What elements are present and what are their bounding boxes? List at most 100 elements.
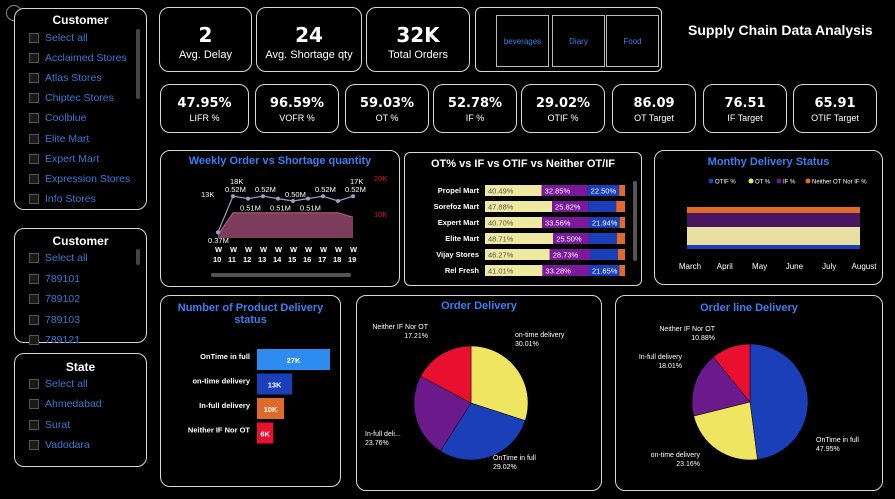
kpi-avg-shortage: 24 Avg. Shortage qty [256, 7, 362, 72]
kpi-avg-delay: 2 Avg. Delay [159, 7, 252, 72]
checkbox-icon[interactable] [29, 399, 39, 410]
slicer-item-label: 789103 [45, 313, 81, 326]
checkbox-icon[interactable] [29, 419, 39, 430]
neither-area [687, 207, 860, 213]
category-label: Sorefoz Mart [434, 202, 480, 211]
data-label: 18K [230, 177, 243, 186]
x-tick-label: 16 [303, 255, 311, 264]
slicer-item-label: Select all [45, 252, 88, 264]
x-tick-label: 14 [273, 255, 282, 264]
slicer-item[interactable]: Acclaimed Stores [29, 52, 127, 64]
slicer-item[interactable]: 789103 [29, 314, 80, 326]
slicer-item[interactable]: 789102 [29, 293, 80, 305]
data-label: 22.50% [591, 187, 617, 196]
customer-id-slicer-scrollbar[interactable] [136, 249, 140, 265]
checkbox-icon[interactable] [29, 53, 39, 64]
x-tick-label: May [752, 262, 767, 271]
shortage-point [216, 230, 220, 235]
order-area [218, 212, 353, 238]
slice-name-label: OnTime in full [493, 455, 536, 462]
checkbox-icon[interactable] [29, 33, 39, 43]
slicer-item[interactable]: Vadodara [29, 439, 90, 451]
order-delivery-panel: Order Delivery on-time delivery 30.01% OnT… [356, 295, 602, 491]
stack-bar [616, 201, 625, 212]
category-button-beverages[interactable]: beverages [496, 15, 549, 67]
data-label: 0.51M [270, 204, 291, 213]
slicer-item-label: Expression Stores [45, 172, 131, 185]
kpi-label: OTIF % [547, 113, 579, 123]
slicer-item[interactable]: Info Stores [29, 193, 96, 205]
product-delivery-chart: OnTime in full 27K on-time delivery 13K In-f… [188, 349, 330, 444]
slice-value-label: 18.01% [658, 363, 682, 370]
x-tick-label: 19 [348, 255, 356, 264]
kpi-value: 76.51 [724, 96, 766, 111]
slicer-item[interactable]: Ahmedabad [29, 398, 102, 410]
slicer-item-label: Acclaimed Stores [45, 52, 127, 65]
x-tick-label: W [275, 245, 283, 254]
slicer-item[interactable]: 789121 [29, 334, 80, 346]
x-tick-label: 11 [228, 255, 236, 264]
shortage-point [336, 199, 340, 203]
kpi-card: 59.03% OT % [345, 84, 429, 133]
x-tick-label: March [679, 262, 701, 271]
checkbox-icon[interactable] [29, 294, 39, 304]
checkbox-icon[interactable] [29, 113, 39, 124]
slice-name-label: Neither IF Nor OT [372, 324, 428, 331]
slicer-item[interactable]: Expert Mart [29, 153, 99, 165]
data-label: 40.70% [488, 219, 514, 228]
checkbox-icon[interactable] [29, 193, 39, 204]
kpi-label: Avg. Delay [179, 49, 232, 61]
x-tick-label: 15 [288, 255, 296, 264]
category-button-food[interactable]: Food [606, 15, 659, 67]
slicer-item-label: 789102 [45, 293, 81, 305]
slicer-item-label: Chiptec Stores [45, 92, 114, 105]
slicer-item[interactable]: 789101 [29, 273, 80, 285]
customer-slicer-scrollbar[interactable] [136, 29, 140, 99]
kpi-value: 96.59% [269, 96, 325, 111]
order-delivery-chart: on-time delivery 30.01% OnTime in full 29.0… [365, 324, 565, 471]
customer-id-slicer: Customer Select all 789101 789102 789103 789… [14, 228, 147, 346]
stack-bar [618, 249, 625, 260]
customer-id-slicer-title: Customer [52, 234, 109, 248]
category-button-diary[interactable]: Diary [552, 15, 605, 67]
data-label: 13K [268, 381, 282, 390]
checkbox-icon[interactable] [29, 133, 39, 144]
slicer-item[interactable]: Surat [29, 419, 70, 431]
checkbox-icon[interactable] [29, 153, 39, 164]
slicer-item[interactable]: Coolblue [29, 112, 86, 124]
checkbox-icon[interactable] [29, 93, 39, 104]
category-label: Expert Mart [438, 218, 480, 227]
kpi-value: 47.95% [177, 96, 232, 111]
kpi-card: 86.09 OT Target [612, 84, 696, 133]
checkbox-icon[interactable] [29, 335, 39, 345]
kpi-card: 96.59% VOFR % [255, 84, 339, 133]
checkbox-icon[interactable] [29, 379, 39, 389]
stack-bar [619, 265, 625, 276]
kpi-value: 65.91 [814, 96, 856, 111]
slicer-item[interactable]: Atlas Stores [29, 72, 102, 84]
slicer-item[interactable]: Select all [29, 32, 88, 44]
kpi-label: LIFR % [189, 113, 220, 123]
slice-name-label: In-full delivery [639, 354, 683, 361]
checkbox-icon[interactable] [29, 439, 39, 450]
checkbox-icon[interactable] [29, 273, 39, 284]
checkbox-icon[interactable] [29, 173, 39, 184]
data-label: 33.28% [545, 267, 571, 276]
slicer-item[interactable]: Expression Stores [29, 173, 130, 185]
x-tick-label: 17 [318, 255, 326, 264]
slicer-item[interactable]: Chiptec Stores [29, 92, 114, 104]
right-tick-label: 20K [374, 174, 387, 183]
data-label: 0.50M [285, 190, 306, 199]
shortage-point [246, 196, 250, 201]
slice-name-label: OnTime in full [816, 437, 859, 444]
x-tick-label: April [717, 262, 733, 271]
slicer-item[interactable]: Elite Mart [29, 133, 89, 145]
checkbox-icon[interactable] [29, 314, 39, 325]
slicer-item[interactable]: Select all [29, 378, 88, 390]
kpi-card: 65.91 OTIF Target [793, 84, 877, 133]
checkbox-icon[interactable] [29, 73, 39, 84]
slicer-item[interactable]: Select all [29, 252, 88, 264]
kpi-value: 52.78% [447, 96, 503, 111]
kpi-label: OT Target [634, 113, 674, 123]
checkbox-icon[interactable] [29, 253, 39, 263]
